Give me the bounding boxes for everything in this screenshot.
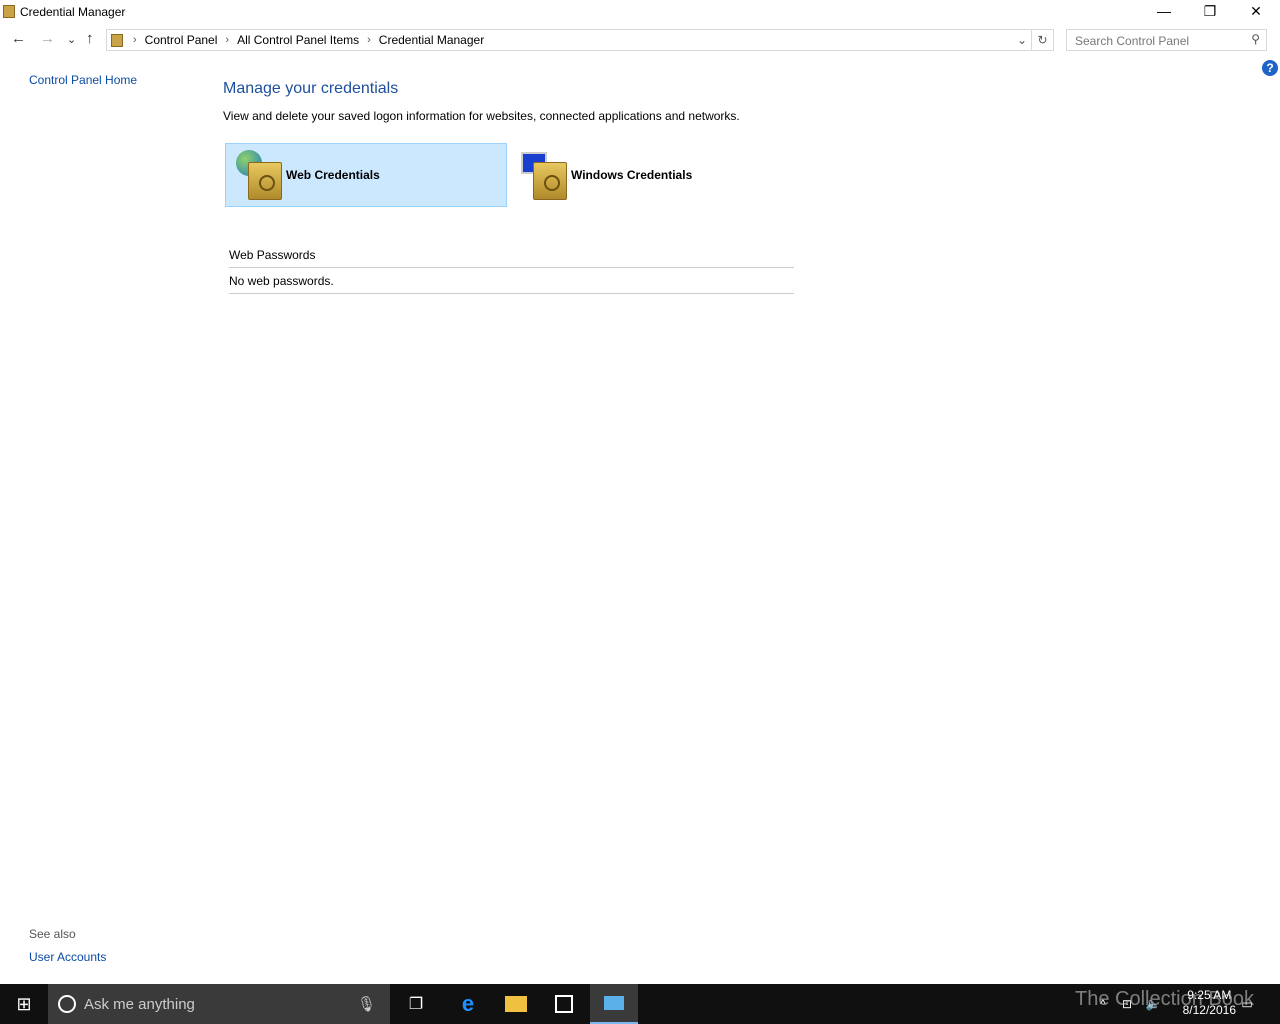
tile-label: Windows Credentials	[571, 168, 693, 182]
page-description: View and delete your saved logon informa…	[223, 109, 740, 123]
cortana-icon	[58, 995, 76, 1013]
chevron-right-icon[interactable]: ›	[225, 34, 229, 46]
forward-arrow-icon[interactable]: →	[40, 30, 55, 47]
address-dropdown-icon[interactable]: ⌄	[1017, 33, 1027, 47]
web-passwords-header: Web Passwords	[229, 242, 794, 268]
up-arrow-icon[interactable]: ↑	[86, 30, 94, 47]
empty-message: No web passwords.	[229, 268, 794, 294]
taskbar: ⊞ Ask me anything 🎙 ❐ e ^ ⊡ 🔈 The Collec…	[0, 984, 1280, 1024]
back-arrow-icon[interactable]: ←	[11, 30, 26, 47]
search-placeholder: Search Control Panel	[1075, 34, 1190, 48]
credential-manager-icon	[3, 5, 15, 18]
tile-label: Web Credentials	[286, 168, 380, 182]
edge-icon[interactable]: e	[446, 984, 490, 1024]
page-title: Manage your credentials	[223, 80, 399, 97]
minimize-button[interactable]: —	[1141, 0, 1187, 24]
breadcrumb-all-items[interactable]: All Control Panel Items	[237, 33, 359, 47]
user-accounts-link[interactable]: User Accounts	[29, 950, 106, 964]
close-button[interactable]: ✕	[1233, 0, 1279, 24]
window-title: Credential Manager	[20, 5, 126, 19]
time: 9:25 AM	[1187, 988, 1232, 1002]
windows-credentials-icon	[519, 148, 571, 202]
control-panel-home-link[interactable]: Control Panel Home	[29, 73, 137, 87]
file-explorer-icon[interactable]	[494, 984, 538, 1024]
see-also-label: See also	[29, 927, 76, 941]
windows-credentials-tile[interactable]: Windows Credentials	[511, 143, 793, 207]
clock[interactable]: 9:25 AM 8/12/2016	[1183, 988, 1236, 1018]
store-icon[interactable]	[542, 984, 586, 1024]
breadcrumb-credential-manager[interactable]: Credential Manager	[379, 33, 484, 47]
search-input[interactable]: Search Control Panel ⚲	[1066, 29, 1267, 51]
start-windows-icon[interactable]: ⊞	[0, 984, 48, 1024]
task-view-icon[interactable]: ❐	[396, 984, 436, 1024]
breadcrumb-control-panel[interactable]: Control Panel	[145, 33, 218, 47]
action-center-icon[interactable]: ▭	[1236, 984, 1258, 1024]
chevron-right-icon[interactable]: ›	[367, 34, 371, 46]
search-icon[interactable]: ⚲	[1251, 32, 1260, 46]
refresh-button[interactable]: ↻	[1032, 29, 1054, 51]
address-bar[interactable]: › Control Panel › All Control Panel Item…	[106, 29, 1032, 51]
cortana-search-box[interactable]: Ask me anything 🎙	[48, 984, 390, 1024]
restore-button[interactable]: ❐	[1187, 0, 1233, 24]
date: 8/12/2016	[1182, 1003, 1236, 1017]
control-panel-taskbar-icon[interactable]	[590, 984, 638, 1024]
web-credentials-icon	[234, 148, 286, 202]
help-button[interactable]: ?	[1262, 60, 1278, 76]
microphone-icon[interactable]: 🎙	[357, 995, 376, 1013]
chevron-right-icon: ›	[133, 34, 137, 46]
cortana-placeholder: Ask me anything	[84, 995, 195, 1013]
control-panel-icon	[111, 33, 123, 47]
title-bar: Credential Manager — ❐ ✕	[0, 0, 1280, 24]
web-credentials-tile[interactable]: Web Credentials	[225, 143, 507, 207]
recent-locations-icon[interactable]: ⌄	[67, 33, 76, 46]
